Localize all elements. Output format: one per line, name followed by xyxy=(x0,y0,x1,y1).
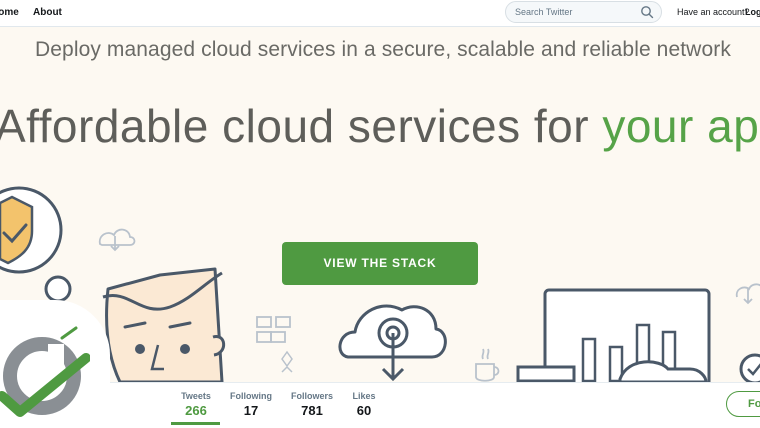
shield-check-icon xyxy=(0,186,63,274)
tab-label: Followers xyxy=(290,391,333,401)
cloud-download-icon xyxy=(735,283,760,305)
tab-count: 266 xyxy=(185,403,207,418)
tab-count: 17 xyxy=(243,403,259,418)
flowchart-icon xyxy=(256,316,291,343)
tab-likes[interactable]: Likes 60 xyxy=(350,391,378,418)
hero-headline-main: Affordable cloud services for xyxy=(0,100,603,152)
page: Home About Search Twitter Have an accoun… xyxy=(0,0,760,428)
tab-following[interactable]: Following 17 xyxy=(228,391,274,418)
hero-headline: Affordable cloud services for your apps xyxy=(0,99,760,153)
character-illustration xyxy=(102,267,226,382)
active-tab-indicator xyxy=(171,422,220,425)
search-icon[interactable] xyxy=(640,5,654,19)
view-the-stack-button[interactable]: VIEW THE STACK xyxy=(282,242,478,285)
tab-label: Likes xyxy=(352,391,376,401)
coffee-cup-icon xyxy=(475,348,500,382)
profile-stats-bar: Tweets 266 Following 17 Followers 781 Li… xyxy=(0,382,760,428)
nav-about-link[interactable]: About xyxy=(33,7,62,18)
account-prompt: Have an account? xyxy=(677,7,750,17)
tab-tweets[interactable]: Tweets 266 xyxy=(176,391,216,418)
cloud-upload-icon xyxy=(338,304,447,382)
tab-count: 60 xyxy=(356,403,372,418)
tab-label: Tweets xyxy=(181,391,211,401)
login-link[interactable]: Log in xyxy=(745,7,760,17)
tab-label: Following xyxy=(230,391,272,401)
search-placeholder: Search Twitter xyxy=(515,7,573,17)
brand-logo xyxy=(0,326,90,417)
nav-home-link[interactable]: Home xyxy=(0,7,19,18)
top-nav: Home About Search Twitter Have an accoun… xyxy=(0,0,760,27)
header-banner: Deploy managed cloud services in a secur… xyxy=(0,27,760,382)
hero-subheadline: Deploy managed cloud services in a secur… xyxy=(35,38,731,61)
tab-followers[interactable]: Followers 781 xyxy=(289,391,335,418)
search-input[interactable]: Search Twitter xyxy=(505,1,662,23)
monitor-chart-illustration xyxy=(516,288,711,382)
cloud-download-icon xyxy=(98,228,136,252)
tab-count: 781 xyxy=(301,403,323,418)
hero-headline-accent: your apps xyxy=(602,100,760,152)
banner-illustration xyxy=(0,186,760,382)
follow-button[interactable]: Follow xyxy=(726,391,760,417)
